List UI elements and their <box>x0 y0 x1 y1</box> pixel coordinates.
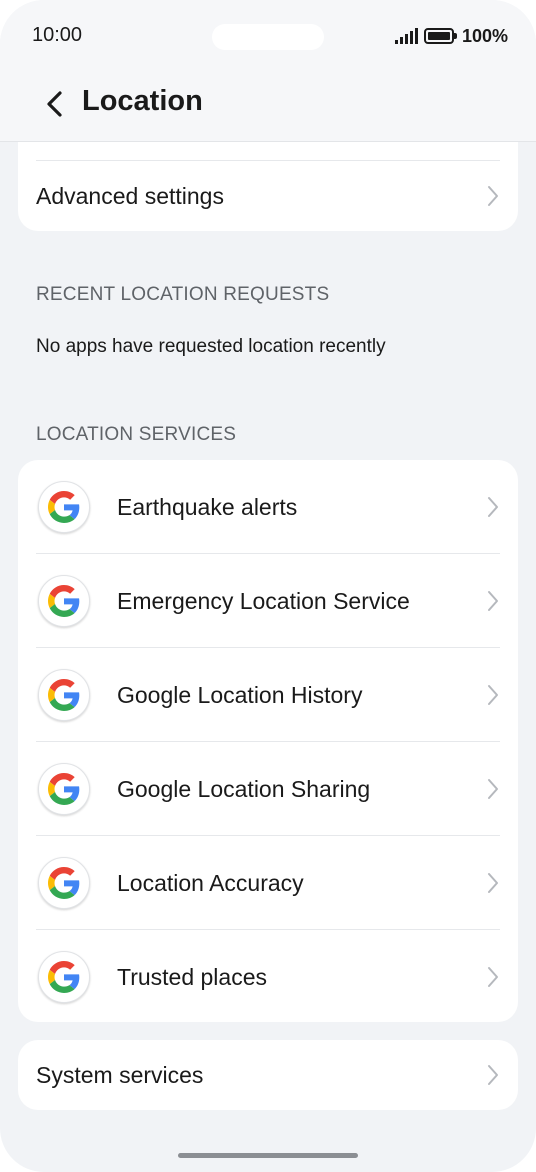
chevron-left-icon <box>47 91 62 117</box>
status-icons: 100% <box>394 24 508 48</box>
google-icon <box>38 481 90 533</box>
chevron-right-icon <box>486 1063 500 1087</box>
google-icon <box>38 857 90 909</box>
status-bar: 10:00 100% <box>0 0 536 72</box>
location-services-header: LOCATION SERVICES <box>36 424 237 445</box>
google-icon <box>38 763 90 815</box>
service-row-location-accuracy[interactable]: Location Accuracy <box>18 836 518 930</box>
google-icon <box>38 575 90 627</box>
google-icon <box>38 951 90 1003</box>
home-indicator[interactable] <box>178 1153 358 1158</box>
advanced-settings-label: Advanced settings <box>36 182 224 209</box>
service-label: Trusted places <box>117 963 267 990</box>
service-row-google-location-sharing[interactable]: Google Location Sharing <box>18 742 518 836</box>
chevron-right-icon <box>486 965 500 989</box>
signal-icon <box>394 28 418 44</box>
service-label: Google Location Sharing <box>117 775 371 802</box>
location-services-card: Earthquake alerts Emergency Location Ser… <box>18 460 518 1022</box>
battery-icon <box>423 28 457 44</box>
status-time: 10:00 <box>32 24 83 46</box>
page-title: Location <box>82 85 203 117</box>
chevron-right-icon <box>486 683 500 707</box>
battery-level: 100% <box>461 25 508 46</box>
service-label: Earthquake alerts <box>117 493 298 520</box>
service-row-emergency-location-service[interactable]: Emergency Location Service <box>18 554 518 648</box>
service-label: Google Location History <box>117 681 363 708</box>
app-header: Location <box>0 72 536 142</box>
phone-screen: 10:00 100% Location Advanced settings RE… <box>0 0 536 1172</box>
recent-requests-header: RECENT LOCATION REQUESTS <box>36 284 330 305</box>
service-row-trusted-places[interactable]: Trusted places <box>18 930 518 1024</box>
chevron-right-icon <box>486 777 500 801</box>
back-button[interactable] <box>34 84 74 124</box>
settings-card-top: Advanced settings <box>18 142 518 231</box>
service-row-google-location-history[interactable]: Google Location History <box>18 648 518 742</box>
service-label: Location Accuracy <box>117 869 304 896</box>
camera-cutout <box>212 24 324 50</box>
service-label: Emergency Location Service <box>117 587 410 614</box>
system-services-label: System services <box>36 1061 204 1088</box>
service-row-earthquake-alerts[interactable]: Earthquake alerts <box>18 460 518 554</box>
system-services-content: System services <box>18 1040 518 1110</box>
chevron-right-icon <box>486 495 500 519</box>
chevron-right-icon <box>486 871 500 895</box>
recent-requests-note: No apps have requested location recently <box>36 336 386 357</box>
chevron-right-icon <box>486 589 500 613</box>
google-icon <box>38 669 90 721</box>
system-services-row[interactable]: System services <box>18 1040 518 1110</box>
advanced-settings-row[interactable]: Advanced settings <box>18 161 518 231</box>
chevron-right-icon <box>486 184 500 208</box>
